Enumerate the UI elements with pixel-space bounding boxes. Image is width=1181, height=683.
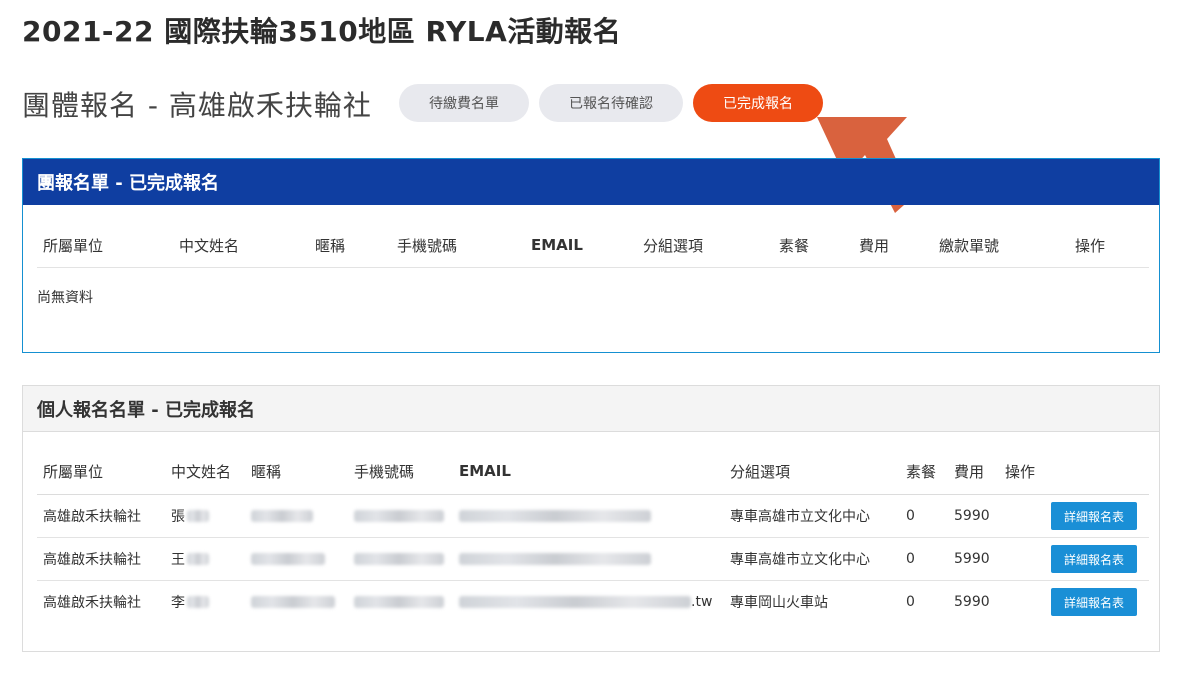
column-header: 費用 (948, 448, 999, 495)
redacted-block (251, 596, 335, 608)
table-row: 高雄啟禾扶輪社 李 .tw 專車岡山火車站 0 5990 詳細報名表 (37, 581, 1149, 624)
section-title: 團體報名 - 高雄啟禾扶輪社 (22, 89, 372, 122)
name-text: 李 (171, 595, 185, 611)
column-header: 素餐 (779, 223, 859, 268)
action-cell: 詳細報名表 (1045, 581, 1149, 624)
redacted-block (354, 553, 444, 565)
redacted-block (187, 553, 209, 565)
phone-cell (348, 581, 453, 624)
vegetarian-cell: 0 (906, 594, 915, 610)
column-header: 手機號碼 (397, 223, 531, 268)
group-list-header: 團報名單 - 已完成報名 (23, 159, 1159, 205)
unit-cell: 高雄啟禾扶輪社 (43, 595, 141, 611)
redacted-block (354, 510, 444, 522)
fee-cell: 5990 (948, 537, 999, 581)
phone-cell (348, 537, 453, 581)
group-cell: 專車岡山火車站 (730, 595, 828, 611)
column-header: 手機號碼 (348, 448, 453, 495)
blank-cell (999, 537, 1045, 581)
table-row: 高雄啟禾扶輪社 張 專車高雄市立文化中心 0 5990 詳細報名表 (37, 494, 1149, 538)
fee-cell: 5990 (948, 494, 999, 538)
phone-cell (348, 494, 453, 538)
email-cell (453, 537, 724, 581)
redacted-block (459, 553, 651, 565)
unit-cell: 高雄啟禾扶輪社 (37, 494, 165, 538)
column-header: 繳款單號 (939, 223, 1075, 268)
detail-form-button[interactable]: 詳細報名表 (1051, 545, 1137, 573)
column-header: 中文姓名 (165, 448, 245, 495)
email-cell (453, 494, 724, 538)
table-header-row: 所屬單位 中文姓名 暱稱 手機號碼 EMAIL 分組選項 素餐 費用 操作 (37, 448, 1149, 495)
redacted-block (459, 510, 651, 522)
group-cell: 專車高雄市立文化中心 (724, 494, 900, 538)
name-cell: 王 (165, 537, 245, 581)
fee-cell: 5990 (954, 594, 990, 610)
name-text: 王 (171, 552, 185, 568)
status-tabs: 待繳費名單 已報名待確認 已完成報名 (399, 84, 823, 122)
page-title: 2021-22 國際扶輪3510地區 RYLA活動報名 (22, 15, 622, 48)
redacted-block (187, 596, 209, 608)
nickname-cell (245, 537, 348, 581)
name-cell: 李 (165, 581, 245, 624)
individual-list-panel: 個人報名名單 - 已完成報名 所屬單位 中文姓名 暱稱 手機號碼 EMAIL 分… (22, 385, 1160, 652)
action-cell: 詳細報名表 (1045, 494, 1149, 538)
name-text: 張 (171, 509, 185, 525)
tab-pending-confirmation[interactable]: 已報名待確認 (539, 84, 683, 122)
column-header-blank (1045, 448, 1149, 495)
column-header: 所屬單位 (37, 448, 165, 495)
empty-state-text: 尚無資料 (37, 290, 93, 306)
column-header: 費用 (859, 223, 939, 268)
nickname-cell (245, 494, 348, 538)
detail-form-button[interactable]: 詳細報名表 (1051, 502, 1137, 530)
name-cell: 張 (165, 494, 245, 538)
column-header: 素餐 (900, 448, 948, 495)
column-header: 分組選項 (724, 448, 900, 495)
individual-list-table: 所屬單位 中文姓名 暱稱 手機號碼 EMAIL 分組選項 素餐 費用 操作 高雄… (37, 448, 1149, 623)
group-registration-header: 團體報名 - 高雄啟禾扶輪社 (22, 84, 372, 124)
email-suffix: .tw (691, 594, 713, 610)
table-header-row: 所屬單位 中文姓名 暱稱 手機號碼 EMAIL 分組選項 素餐 費用 繳款單號 … (37, 223, 1149, 268)
group-list-panel: 團報名單 - 已完成報名 所屬單位 中文姓名 暱稱 手機號碼 EMAIL 分組選… (22, 158, 1160, 353)
column-header: 操作 (1075, 223, 1149, 268)
blank-cell (999, 494, 1045, 538)
column-header: 操作 (999, 448, 1045, 495)
detail-form-button[interactable]: 詳細報名表 (1051, 588, 1137, 616)
blank-cell (999, 581, 1045, 624)
group-cell: 專車高雄市立文化中心 (724, 537, 900, 581)
group-list-table: 所屬單位 中文姓名 暱稱 手機號碼 EMAIL 分組選項 素餐 費用 繳款單號 … (37, 223, 1149, 268)
column-header: 分組選項 (643, 223, 779, 268)
redacted-block (459, 596, 691, 608)
individual-list-header: 個人報名名單 - 已完成報名 (23, 386, 1159, 432)
vegetarian-cell: 0 (900, 537, 948, 581)
action-cell: 詳細報名表 (1045, 537, 1149, 581)
redacted-block (354, 596, 444, 608)
tab-completed[interactable]: 已完成報名 (693, 84, 823, 122)
column-header: EMAIL (453, 448, 724, 495)
column-header: 所屬單位 (37, 223, 179, 268)
column-header: 暱稱 (245, 448, 348, 495)
table-row: 高雄啟禾扶輪社 王 專車高雄市立文化中心 0 5990 詳細報名表 (37, 537, 1149, 581)
vegetarian-cell: 0 (900, 494, 948, 538)
redacted-block (251, 510, 313, 522)
column-header: 暱稱 (315, 223, 397, 268)
tab-pending-payment[interactable]: 待繳費名單 (399, 84, 529, 122)
column-header: 中文姓名 (179, 223, 315, 268)
column-header: EMAIL (531, 223, 643, 268)
email-cell: .tw (453, 581, 724, 624)
redacted-block (187, 510, 209, 522)
redacted-block (251, 553, 325, 565)
unit-cell: 高雄啟禾扶輪社 (37, 537, 165, 581)
nickname-cell (245, 581, 348, 624)
